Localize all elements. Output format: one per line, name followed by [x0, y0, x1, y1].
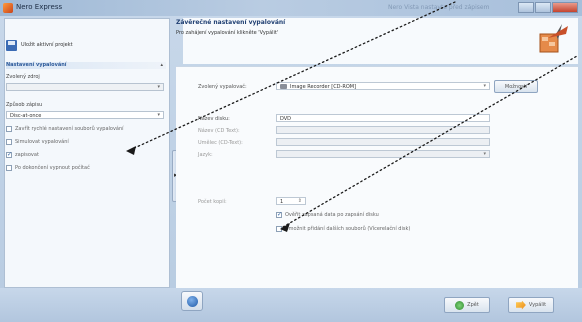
disc-name-input[interactable]: DVD — [276, 114, 490, 122]
recorder-label: Zvolený vypalovač: — [198, 84, 247, 90]
collapse-arrow-icon: ▴ — [160, 62, 163, 68]
recorder-dropdown[interactable]: Image Recorder [CD-ROM] ▾ — [276, 82, 490, 90]
option-label: zapisovat — [15, 152, 39, 158]
copies-stepper[interactable]: 1 ⇕ — [276, 197, 306, 205]
options-button-label: Možnosti — [504, 83, 528, 90]
option-label: Po dokončení vypnout počítač — [15, 165, 90, 171]
back-button[interactable]: Zpět — [444, 297, 490, 313]
checkbox[interactable] — [6, 126, 12, 132]
disc-name-value: DVD — [280, 116, 292, 122]
maximize-button[interactable] — [535, 2, 551, 13]
multisession-option[interactable]: Umožnit přidání dalších souborů (Vícerel… — [276, 226, 410, 232]
source-dropdown[interactable]: ▾ — [6, 83, 164, 91]
copies-value: 1 — [280, 199, 284, 205]
window-title: Nero Express — [16, 3, 63, 11]
option-label: Zavřít rychlé nastavení souborů vypalová… — [15, 126, 124, 132]
chevron-down-icon: ▾ — [483, 151, 486, 157]
option-row[interactable]: Zavřít rychlé nastavení souborů vypalová… — [6, 126, 124, 132]
checkbox[interactable] — [6, 165, 12, 171]
page-subtitle: Pro zahájení vypalování klikněte 'Vypáli… — [176, 30, 279, 36]
minimize-button[interactable] — [518, 2, 534, 13]
wizard-footer — [0, 288, 582, 322]
blurred-caption: Nero Vista nastavte před zápisem — [388, 4, 490, 11]
disc-name-label: Název disku: — [198, 116, 230, 122]
verify-option[interactable]: Ověřit zapsaná data po zapsání disku — [276, 211, 379, 218]
window-controls — [518, 2, 578, 13]
multisession-label: Umožnit přidání dalších souborů (Vícerel… — [285, 226, 411, 232]
checkbox[interactable] — [6, 139, 12, 145]
burn-settings-header[interactable]: Nastavení vypalování ▴ — [6, 62, 166, 69]
verify-label: Ověřit zapsaná data po zapsání disku — [285, 212, 379, 218]
option-label: Simulovat vypalování — [15, 139, 69, 145]
recorder-value: Image Recorder [CD-ROM] — [290, 84, 357, 90]
stepper-arrows-icon[interactable]: ⇕ — [298, 198, 302, 204]
burn-button-label: Vypálit — [528, 302, 547, 308]
drive-icon — [280, 84, 287, 89]
title-bar[interactable]: Nero Express Nero Vista nastavte před zá… — [0, 0, 582, 16]
nero-app-icon — [3, 3, 13, 13]
chevron-down-icon: ▾ — [157, 112, 160, 118]
page-title: Závěrečné nastavení vypalování — [176, 19, 286, 26]
save-project-label: Uložit aktivní projekt — [21, 42, 73, 48]
write-method-dropdown[interactable]: Disc-at-once ▾ — [6, 111, 164, 119]
checkbox[interactable] — [6, 151, 12, 158]
back-arrow-icon — [455, 300, 465, 310]
chevron-down-icon: ▾ — [157, 84, 160, 90]
burn-button[interactable]: Vypálit — [508, 297, 554, 313]
option-row[interactable]: Po dokončení vypnout počítač — [6, 165, 90, 171]
close-button[interactable] — [552, 2, 578, 13]
chevron-down-icon: ▾ — [483, 83, 486, 89]
option-row[interactable]: zapisovat — [6, 151, 39, 158]
disk-icon — [6, 39, 17, 51]
source-label: Zvolený zdroj — [6, 74, 40, 80]
save-project-button[interactable]: Uložit aktivní projekt — [6, 38, 73, 52]
nero-brand-icon — [539, 24, 568, 53]
option-row[interactable]: Simulovat vypalování — [6, 139, 69, 145]
cd-text-title-input[interactable] — [276, 126, 490, 134]
options-button[interactable]: Možnosti — [494, 80, 538, 93]
write-method-label: Způsob zápisu — [6, 102, 43, 108]
cd-text-artist-input[interactable] — [276, 138, 490, 146]
burn-icon — [515, 300, 526, 310]
write-method-value: Disc-at-once — [10, 113, 42, 119]
language-label: Jazyk: — [198, 152, 213, 158]
language-dropdown[interactable]: ▾ — [276, 150, 490, 158]
nero-express-window: Nero Express Nero Vista nastavte před zá… — [0, 0, 582, 322]
checkbox[interactable] — [276, 211, 282, 218]
checkbox[interactable] — [276, 226, 282, 232]
settings-content — [176, 66, 578, 288]
help-button[interactable] — [181, 291, 203, 311]
cd-text-title-label: Název (CD Text): — [198, 128, 240, 134]
burn-settings-title: Nastavení vypalování — [6, 62, 67, 68]
back-button-label: Zpět — [467, 302, 479, 308]
cd-text-artist-label: Umělec (CD-Text): — [198, 140, 243, 146]
copies-label: Počet kopií: — [198, 199, 227, 205]
